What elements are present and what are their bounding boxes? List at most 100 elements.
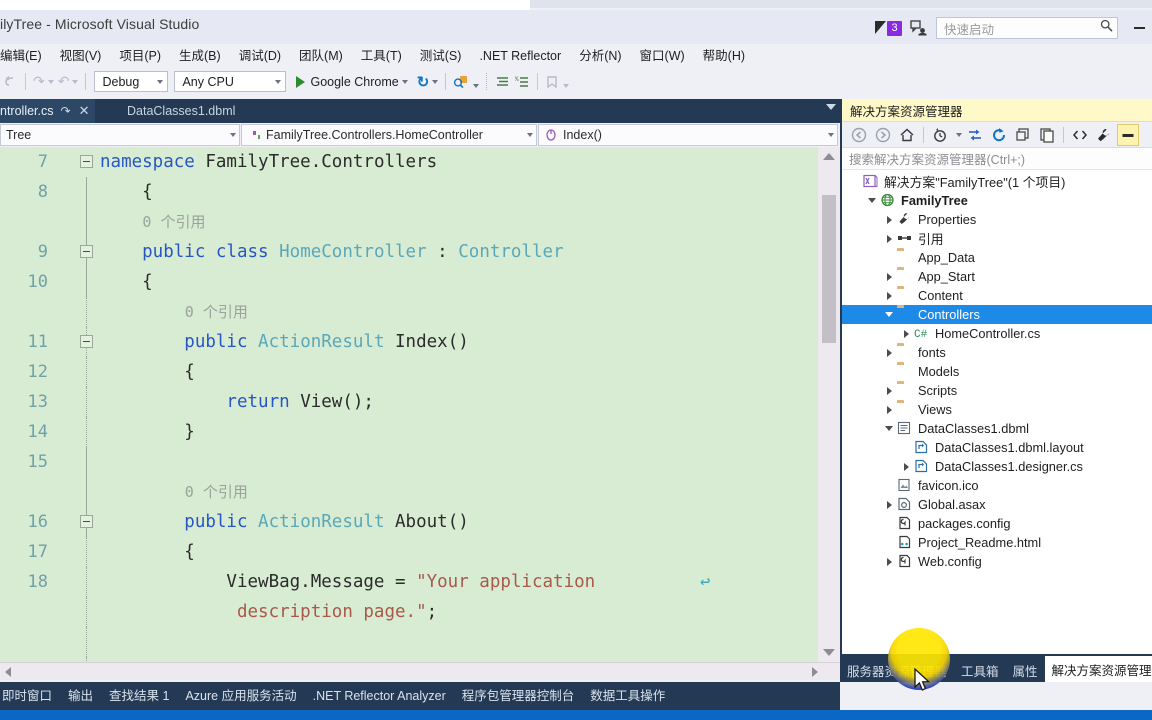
codelens-reference-count[interactable]: 0 个引用 <box>142 207 205 237</box>
navbar-class-dropdown[interactable]: FamilyTree.Controllers.HomeController <box>241 124 537 146</box>
tree-item-[interactable]: 引用 <box>842 229 1152 248</box>
menu-item-window[interactable]: 窗口(W) <box>631 46 694 66</box>
code-line[interactable]: 8 { <box>0 177 818 207</box>
tree-item-dataclasses1.designer.cs[interactable]: DataClasses1.designer.cs <box>842 457 1152 476</box>
chevron-right-icon[interactable] <box>884 347 895 358</box>
tab-output[interactable]: 输出 <box>60 682 101 710</box>
tree-item-properties[interactable]: Properties <box>842 210 1152 229</box>
code-editor[interactable]: 7 namespace FamilyTree.Controllers 8 {0 个引… <box>0 147 840 662</box>
chevron-right-icon[interactable] <box>884 214 895 225</box>
tree-item-project_readme.html[interactable]: Project_Readme.html <box>842 533 1152 552</box>
tree-item-web.config[interactable]: Web.config <box>842 552 1152 571</box>
scroll-right-icon[interactable] <box>812 667 818 677</box>
solution-explorer-search-input[interactable]: 搜索解决方案资源管理器(Ctrl+;) <box>842 148 1152 170</box>
code-line[interactable]: 10 { <box>0 267 818 297</box>
notifications-button[interactable]: 3 <box>875 20 902 36</box>
tree-item-fonts[interactable]: fonts <box>842 343 1152 362</box>
code-line[interactable]: 18 ViewBag.Message = "Your application ↩ <box>0 567 818 597</box>
home-icon[interactable] <box>896 124 918 146</box>
show-all-files-icon[interactable] <box>1036 124 1058 146</box>
hide-icon[interactable] <box>1117 123 1139 146</box>
tree-item-dataclasses1.dbml.layout[interactable]: DataClasses1.dbml.layout <box>842 438 1152 457</box>
tree-item-packages.config[interactable]: packages.config <box>842 514 1152 533</box>
tree-item-familytree1[interactable]: 解决方案"FamilyTree"(1 个项目) <box>842 172 1152 191</box>
collapse-region-icon[interactable] <box>80 245 93 258</box>
chevron-down-icon[interactable] <box>884 423 895 434</box>
close-icon[interactable]: ✕ <box>79 103 90 119</box>
navigate-backward-button[interactable] <box>0 71 20 93</box>
navbar-member-dropdown[interactable]: Index() <box>538 124 838 146</box>
code-line[interactable]: description page."; <box>0 597 818 627</box>
solution-platform-combo[interactable]: Any CPU <box>174 71 287 92</box>
collapse-region-icon[interactable] <box>80 335 93 348</box>
sync-with-active-document-icon[interactable] <box>964 124 986 146</box>
tab-solution-explorer[interactable]: 解决方案资源管理器 <box>1044 656 1152 682</box>
menu-item-edit[interactable]: 编辑(E) <box>0 46 51 66</box>
solution-explorer-tree[interactable]: 解决方案"FamilyTree"(1 个项目) FamilyTree Propert… <box>842 170 1152 632</box>
scroll-left-icon[interactable] <box>5 667 11 677</box>
chevron-down-icon[interactable] <box>956 132 962 137</box>
scrollbar-thumb[interactable] <box>822 195 836 343</box>
tab-server-explorer[interactable]: 服务器资源管理器 <box>840 658 954 682</box>
tree-item-app_data[interactable]: App_Data <box>842 248 1152 267</box>
tree-item-scripts[interactable]: Scripts <box>842 381 1152 400</box>
code-line[interactable]: 16 public ActionResult About() <box>0 507 818 537</box>
find-in-files-button[interactable] <box>451 71 481 93</box>
menu-item-debug[interactable]: 调试(D) <box>230 46 290 66</box>
tree-item-controllers[interactable]: Controllers <box>842 305 1152 324</box>
tab-package-manager-console[interactable]: 程序包管理器控制台 <box>454 682 583 710</box>
tab-find-results-1[interactable]: 查找结果 1 <box>101 682 177 710</box>
code-text-area[interactable]: 7 namespace FamilyTree.Controllers 8 {0 个引… <box>0 147 818 662</box>
refresh-icon[interactable] <box>988 124 1010 146</box>
code-line[interactable]: 17 { <box>0 537 818 567</box>
chevron-right-icon[interactable] <box>901 328 912 339</box>
code-line[interactable]: 9 public class HomeController : Controll… <box>0 237 818 267</box>
tab-azure-app-service-activity[interactable]: Azure 应用服务活动 <box>177 682 304 710</box>
code-line[interactable]: 14 } <box>0 417 818 447</box>
menu-item-net-reflector[interactable]: .NET Reflector <box>470 46 570 66</box>
codelens-row[interactable]: 0 个引用 <box>0 297 818 327</box>
tree-item-models[interactable]: Models <box>842 362 1152 381</box>
chevron-right-icon[interactable] <box>884 499 895 510</box>
tab-net-reflector-analyzer[interactable]: .NET Reflector Analyzer <box>305 682 454 710</box>
toggle-bookmark-button[interactable] <box>543 71 571 93</box>
menu-item-analyze[interactable]: 分析(N) <box>570 46 630 66</box>
tree-item-global.asax[interactable]: Global.asax <box>842 495 1152 514</box>
scroll-down-icon[interactable] <box>823 649 835 656</box>
editor-tab-homecontroller[interactable]: ntroller.cs ↷ ✕ <box>0 99 96 123</box>
start-debugging-button[interactable]: Google Chrome <box>289 71 410 93</box>
pin-icon[interactable]: ↷ <box>61 104 71 118</box>
scroll-up-icon[interactable] <box>823 153 835 160</box>
comment-selection-button[interactable] <box>492 71 512 93</box>
view-code-icon[interactable] <box>1069 124 1091 146</box>
tree-item-favicon.ico[interactable]: favicon.ico <box>842 476 1152 495</box>
back-icon[interactable] <box>848 124 870 146</box>
chevron-right-icon[interactable] <box>901 461 912 472</box>
menu-item-build[interactable]: 生成(B) <box>170 46 230 66</box>
tab-data-tools-operations[interactable]: 数据工具操作 <box>582 682 673 710</box>
chevron-right-icon[interactable] <box>884 290 895 301</box>
tree-item-homecontroller.cs[interactable]: C# HomeController.cs <box>842 324 1152 343</box>
tab-immediate-window[interactable]: 即时窗口 <box>0 682 60 710</box>
chevron-right-icon[interactable] <box>884 385 895 396</box>
code-line[interactable]: 15 <box>0 447 818 477</box>
tab-properties[interactable]: 属性 <box>1006 658 1045 682</box>
tab-toolbox[interactable]: 工具箱 <box>954 658 1006 682</box>
chevron-down-icon[interactable] <box>867 195 878 206</box>
tree-item-familytree[interactable]: FamilyTree <box>842 191 1152 210</box>
properties-icon[interactable] <box>1093 124 1115 146</box>
tree-item-views[interactable]: Views <box>842 400 1152 419</box>
collapse-region-icon[interactable] <box>80 515 93 528</box>
navbar-project-dropdown[interactable]: Tree <box>0 124 240 146</box>
tree-item-dataclasses1.dbml[interactable]: DataClasses1.dbml <box>842 419 1152 438</box>
undo-button[interactable]: ↷ <box>31 71 56 93</box>
code-line[interactable]: 12 { <box>0 357 818 387</box>
minimize-button[interactable] <box>1126 15 1152 41</box>
code-line[interactable]: 13 return View(); <box>0 387 818 417</box>
chevron-down-icon[interactable] <box>826 104 836 110</box>
codelens-row[interactable]: 0 个引用 <box>0 477 818 507</box>
menu-item-team[interactable]: 团队(M) <box>290 46 352 66</box>
menu-item-view[interactable]: 视图(V) <box>51 46 111 66</box>
menu-item-help[interactable]: 帮助(H) <box>694 46 754 66</box>
chevron-right-icon[interactable] <box>884 271 895 282</box>
